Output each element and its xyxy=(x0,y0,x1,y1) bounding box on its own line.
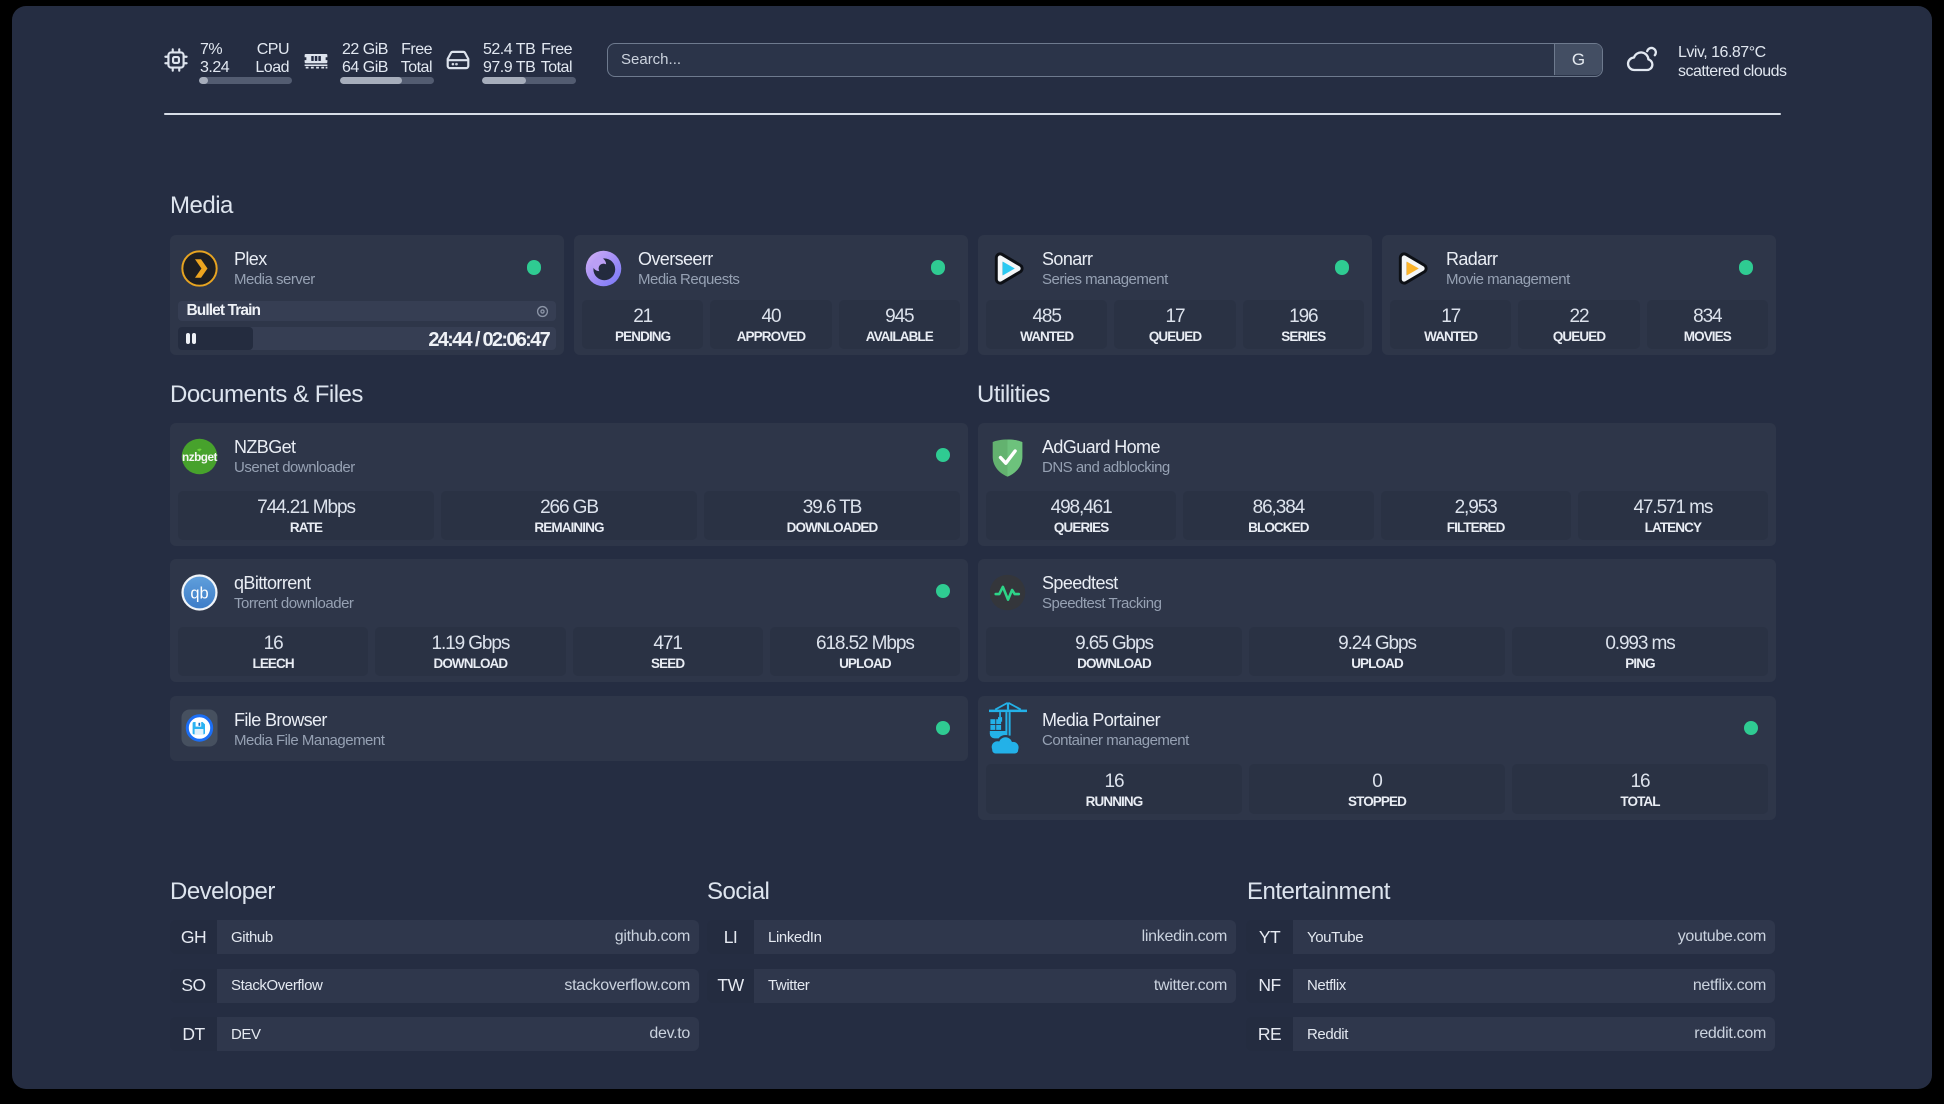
svg-text:nzbget: nzbget xyxy=(182,449,218,463)
svg-text:qb: qb xyxy=(190,584,208,602)
